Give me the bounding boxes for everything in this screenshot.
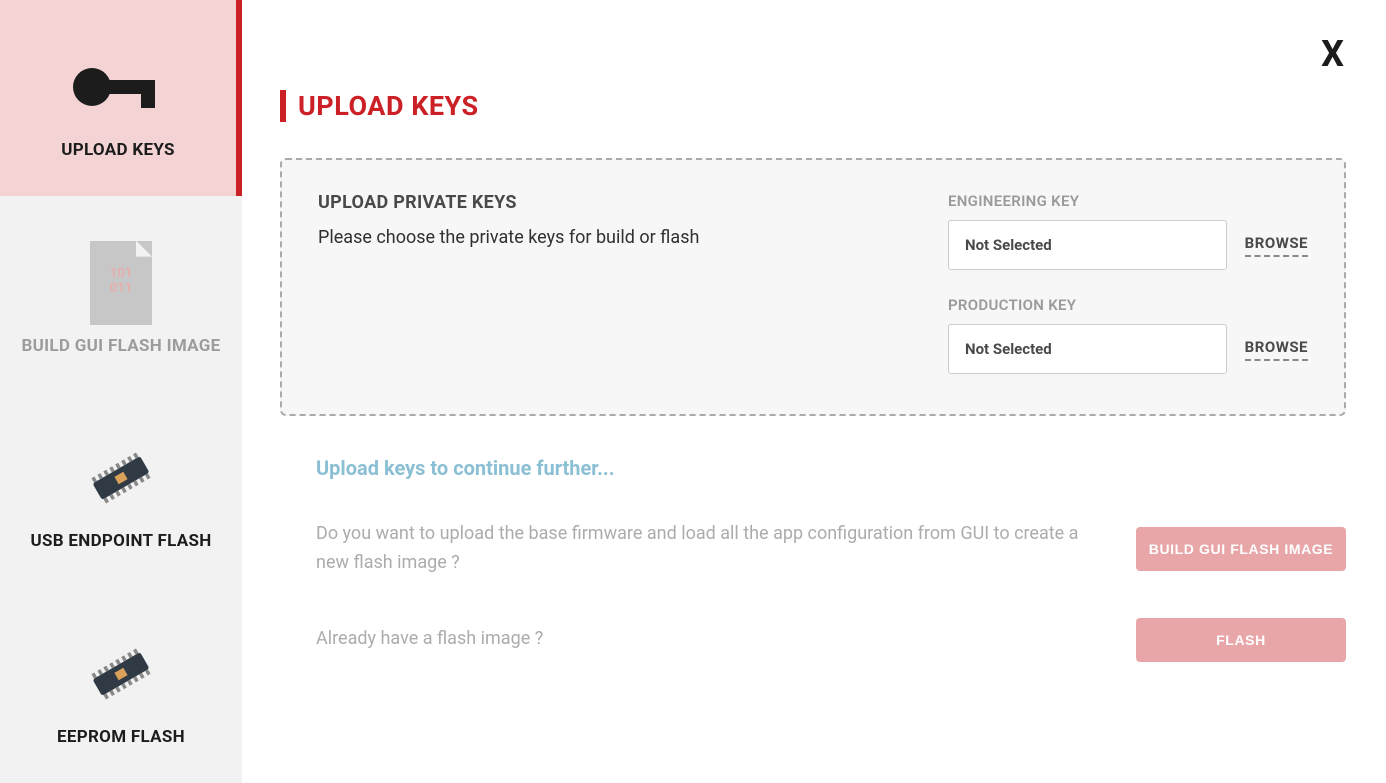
card-title: UPLOAD PRIVATE KEYS	[318, 192, 948, 213]
engineering-key-browse-button[interactable]: BROWSE	[1245, 234, 1308, 257]
build-question: Do you want to upload the base firmware …	[316, 520, 1136, 578]
sidebar: UPLOAD KEYS 101 011 BUILD GUI FLASH IMAG…	[0, 0, 242, 783]
engineering-key-field: ENGINEERING KEY Not Selected BROWSE	[948, 192, 1308, 270]
production-key-field: PRODUCTION KEY Not Selected BROWSE	[948, 296, 1308, 374]
flash-row: Already have a flash image ? FLASH	[316, 618, 1346, 662]
sidebar-item-usb-endpoint-flash[interactable]: USB ENDPOINT FLASH	[0, 392, 242, 588]
sidebar-item-build-gui-flash-image[interactable]: 101 011 BUILD GUI FLASH IMAGE	[0, 196, 242, 392]
card-description: Please choose the private keys for build…	[318, 227, 948, 248]
build-gui-flash-image-button[interactable]: BUILD GUI FLASH IMAGE	[1136, 527, 1346, 571]
close-button[interactable]: X	[1321, 36, 1344, 72]
upload-hint: Upload keys to continue further...	[316, 456, 1346, 480]
engineering-key-input[interactable]: Not Selected	[948, 220, 1227, 270]
engineering-key-label: ENGINEERING KEY	[948, 192, 1308, 210]
sidebar-item-label: UPLOAD KEYS	[61, 140, 175, 160]
key-icon	[73, 42, 163, 132]
upload-keys-card: UPLOAD PRIVATE KEYS Please choose the pr…	[280, 158, 1346, 416]
sidebar-item-label: EEPROM FLASH	[57, 727, 185, 747]
flash-question: Already have a flash image ?	[316, 625, 1136, 654]
page-title: UPLOAD KEYS	[280, 90, 1346, 122]
production-key-input[interactable]: Not Selected	[948, 324, 1227, 374]
main-content: X UPLOAD KEYS UPLOAD PRIVATE KEYS Please…	[242, 0, 1386, 783]
flash-button[interactable]: FLASH	[1136, 618, 1346, 662]
sidebar-item-label: BUILD GUI FLASH IMAGE	[21, 336, 220, 356]
sidebar-item-label: USB ENDPOINT FLASH	[30, 531, 211, 551]
chip-icon	[76, 629, 166, 719]
production-key-browse-button[interactable]: BROWSE	[1245, 338, 1308, 361]
chip-icon	[76, 433, 166, 523]
build-row: Do you want to upload the base firmware …	[316, 520, 1346, 578]
sidebar-item-upload-keys[interactable]: UPLOAD KEYS	[0, 0, 242, 196]
sidebar-item-eeprom-flash[interactable]: EEPROM FLASH	[0, 587, 242, 783]
file-icon: 101 011	[90, 238, 152, 328]
production-key-label: PRODUCTION KEY	[948, 296, 1308, 314]
